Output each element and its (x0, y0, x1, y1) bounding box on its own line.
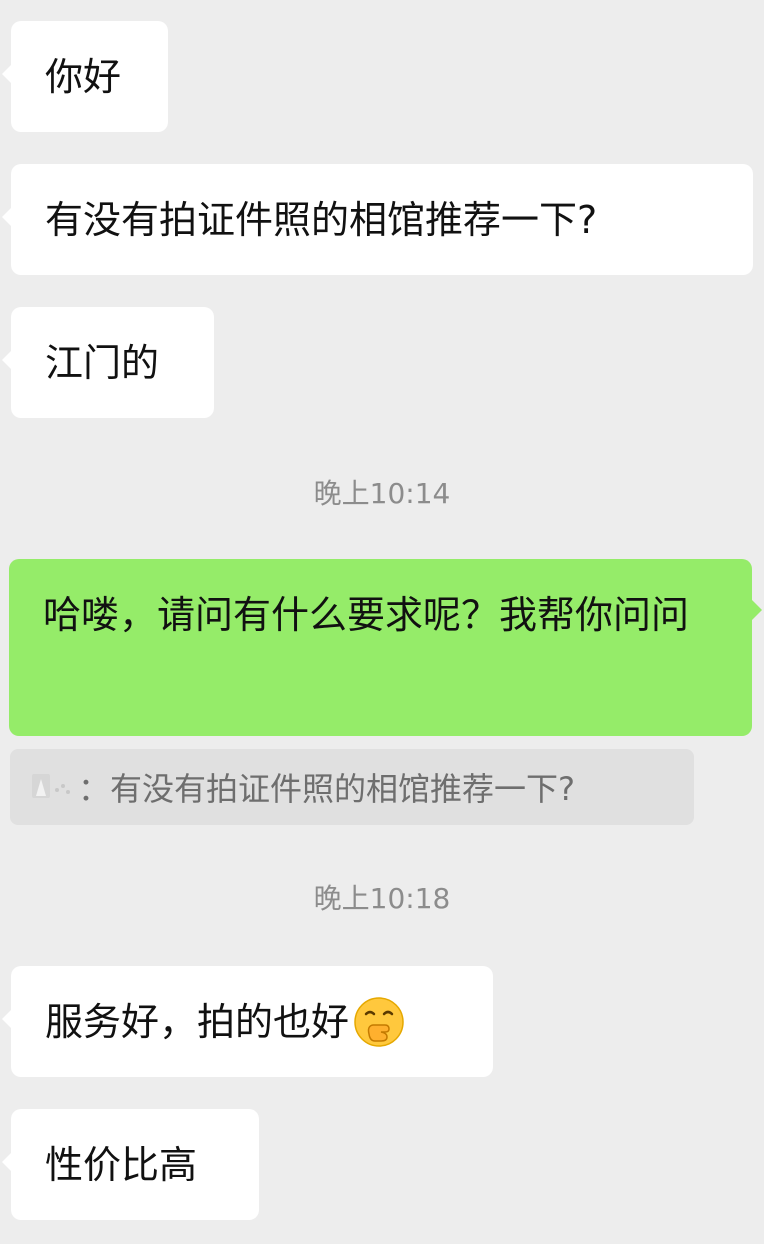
message-timestamp: 晚上10:14 (313, 477, 451, 510)
message-timestamp: 晚上10:18 (313, 882, 451, 915)
message-text: 性价比高 (45, 1142, 198, 1187)
quoted-sender-avatar-icon (32, 774, 70, 798)
message-bubble-incoming[interactable]: 性价比高 (2, 1109, 259, 1220)
message-text: 有没有拍证件照的相馆推荐一下? (45, 197, 598, 242)
message-bubble-incoming[interactable]: 有没有拍证件照的相馆推荐一下? (2, 164, 753, 275)
message-text: 你好 (45, 54, 122, 99)
message-bubble-incoming[interactable]: 服务好，拍的也好 (2, 966, 493, 1077)
message-text: 江门的 (45, 340, 160, 385)
message-bubble-incoming[interactable]: 你好 (2, 21, 168, 132)
message-text: 服务好，拍的也好 (45, 999, 350, 1044)
message-bubble-incoming[interactable]: 江门的 (2, 307, 214, 418)
message-bubble-outgoing[interactable]: 哈喽，请问有什么要求呢？我帮你问问 (9, 559, 762, 736)
quoted-reply[interactable]: ：有没有拍证件照的相馆推荐一下? (10, 749, 694, 825)
hand-over-mouth-emoji-icon (354, 996, 404, 1047)
quoted-text: ：有没有拍证件照的相馆推荐一下? (78, 770, 575, 808)
message-text: 哈喽，请问有什么要求呢？我帮你问问 (43, 593, 690, 637)
